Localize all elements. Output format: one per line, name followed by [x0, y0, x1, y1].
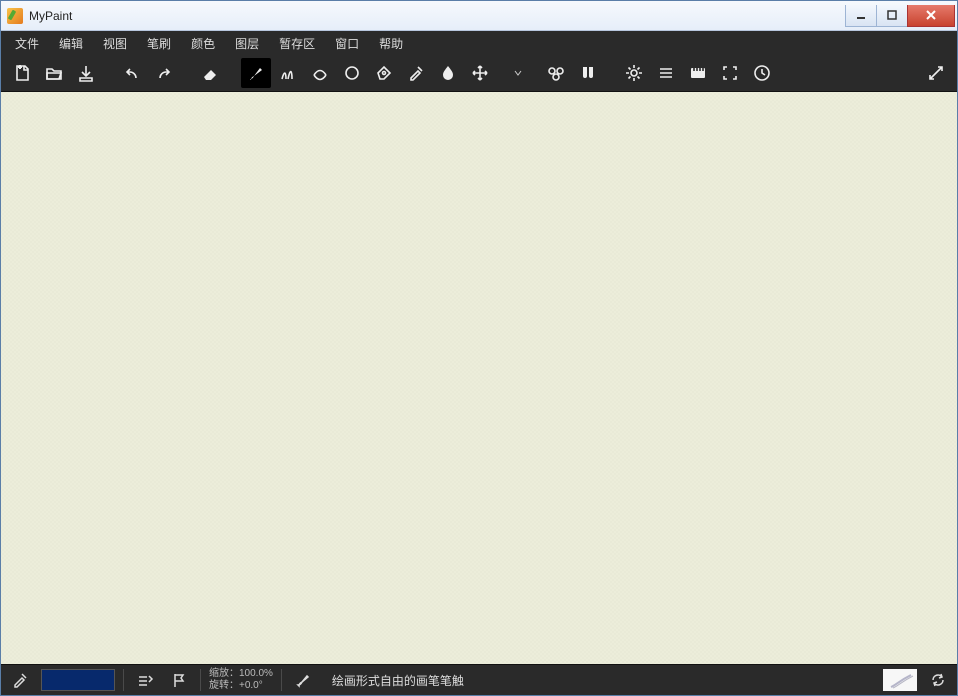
open-file-icon [44, 63, 64, 83]
expand-button[interactable] [921, 58, 951, 88]
close-icon [924, 9, 938, 21]
menu-window[interactable]: 窗口 [325, 32, 369, 55]
history-button[interactable] [747, 58, 777, 88]
brushes-icon [578, 63, 598, 83]
ink-tool-button[interactable] [305, 58, 335, 88]
titlebar: MyPaint [1, 1, 957, 31]
undo-icon [122, 63, 142, 83]
status-edit-button[interactable] [132, 668, 158, 692]
fullscreen-icon [720, 63, 740, 83]
rotation-value: +0.0° [239, 680, 263, 691]
menu-help[interactable]: 帮助 [369, 32, 413, 55]
window-controls [846, 5, 955, 27]
eraser-tool-button[interactable] [195, 58, 225, 88]
minimize-button[interactable] [845, 5, 877, 27]
brush-stroke-icon [887, 671, 917, 691]
picker-tool-button[interactable] [401, 58, 431, 88]
status-flag-button[interactable] [166, 668, 192, 692]
maximize-icon [886, 9, 898, 21]
window-frame: MyPaint 文件 编辑 视图 笔刷 颜色 图层 暂存区 窗口 帮助 [0, 0, 958, 696]
lines-tool-button[interactable] [273, 58, 303, 88]
current-color-swatch[interactable] [41, 669, 115, 691]
fill-icon [438, 63, 458, 83]
canvas[interactable] [1, 91, 957, 665]
save-icon [76, 63, 96, 83]
brush-tool-button[interactable] [241, 58, 271, 88]
menu-brush[interactable]: 笔刷 [137, 32, 181, 55]
menu-layer[interactable]: 图层 [225, 32, 269, 55]
fullscreen-button[interactable] [715, 58, 745, 88]
brush-icon [246, 63, 266, 83]
window-title: MyPaint [29, 9, 72, 23]
redo-button[interactable] [149, 58, 179, 88]
status-picker-button[interactable] [7, 668, 33, 692]
toolbar [1, 55, 957, 91]
save-file-button[interactable] [71, 58, 101, 88]
ink-icon [310, 63, 330, 83]
redo-icon [154, 63, 174, 83]
lines-toggle-button[interactable] [651, 58, 681, 88]
eraser-icon [200, 63, 220, 83]
zoom-value: 100.0% [239, 668, 273, 679]
chevron-down-icon [513, 68, 523, 78]
new-file-icon [12, 63, 32, 83]
new-file-button[interactable] [7, 58, 37, 88]
ellipse-tool-button[interactable] [337, 58, 367, 88]
lines-icon [278, 63, 298, 83]
statusbar: 缩放：100.0% 旋转：+0.0° 绘画形式自由的画笔笔触 [1, 665, 957, 695]
clock-icon [752, 63, 772, 83]
open-file-button[interactable] [39, 58, 69, 88]
ellipse-icon [342, 63, 362, 83]
close-button[interactable] [907, 5, 955, 27]
move-tool-button[interactable] [465, 58, 495, 88]
brush-preview-thumbnail[interactable] [883, 669, 917, 691]
color-wheel-icon [546, 63, 566, 83]
move-icon [470, 63, 490, 83]
status-message: 绘画形式自由的画笔笔触 [332, 672, 464, 689]
maximize-button[interactable] [876, 5, 908, 27]
brush-small-icon [294, 671, 312, 689]
hlines-icon [656, 63, 676, 83]
eyedropper-icon [11, 671, 29, 689]
expand-icon [926, 63, 946, 83]
zoom-label: 缩放： [209, 668, 239, 679]
minimize-icon [855, 9, 867, 21]
gear-icon [624, 63, 644, 83]
pen-tool-button[interactable] [369, 58, 399, 88]
zoom-rotation-readout: 缩放：100.0% 旋转：+0.0° [209, 668, 273, 692]
color-wheel-button[interactable] [541, 58, 571, 88]
menu-file[interactable]: 文件 [5, 32, 49, 55]
edit-lines-icon [136, 671, 154, 689]
menu-scratchpad[interactable]: 暂存区 [269, 32, 325, 55]
ruler-button[interactable] [683, 58, 713, 88]
fill-tool-button[interactable] [433, 58, 463, 88]
flag-icon [170, 671, 188, 689]
menubar: 文件 编辑 视图 笔刷 颜色 图层 暂存区 窗口 帮助 [1, 31, 957, 55]
rotation-label: 旋转： [209, 680, 239, 691]
app-icon [7, 8, 23, 24]
undo-button[interactable] [117, 58, 147, 88]
status-brush-indicator [290, 668, 316, 692]
tool-dropdown-button[interactable] [511, 68, 525, 78]
menu-color[interactable]: 颜色 [181, 32, 225, 55]
ruler-icon [688, 63, 708, 83]
brush-settings-button[interactable] [573, 58, 603, 88]
menu-edit[interactable]: 编辑 [49, 32, 93, 55]
refresh-icon [929, 671, 947, 689]
menu-view[interactable]: 视图 [93, 32, 137, 55]
picker-icon [406, 63, 426, 83]
status-refresh-button[interactable] [925, 668, 951, 692]
pen-icon [374, 63, 394, 83]
settings-button[interactable] [619, 58, 649, 88]
